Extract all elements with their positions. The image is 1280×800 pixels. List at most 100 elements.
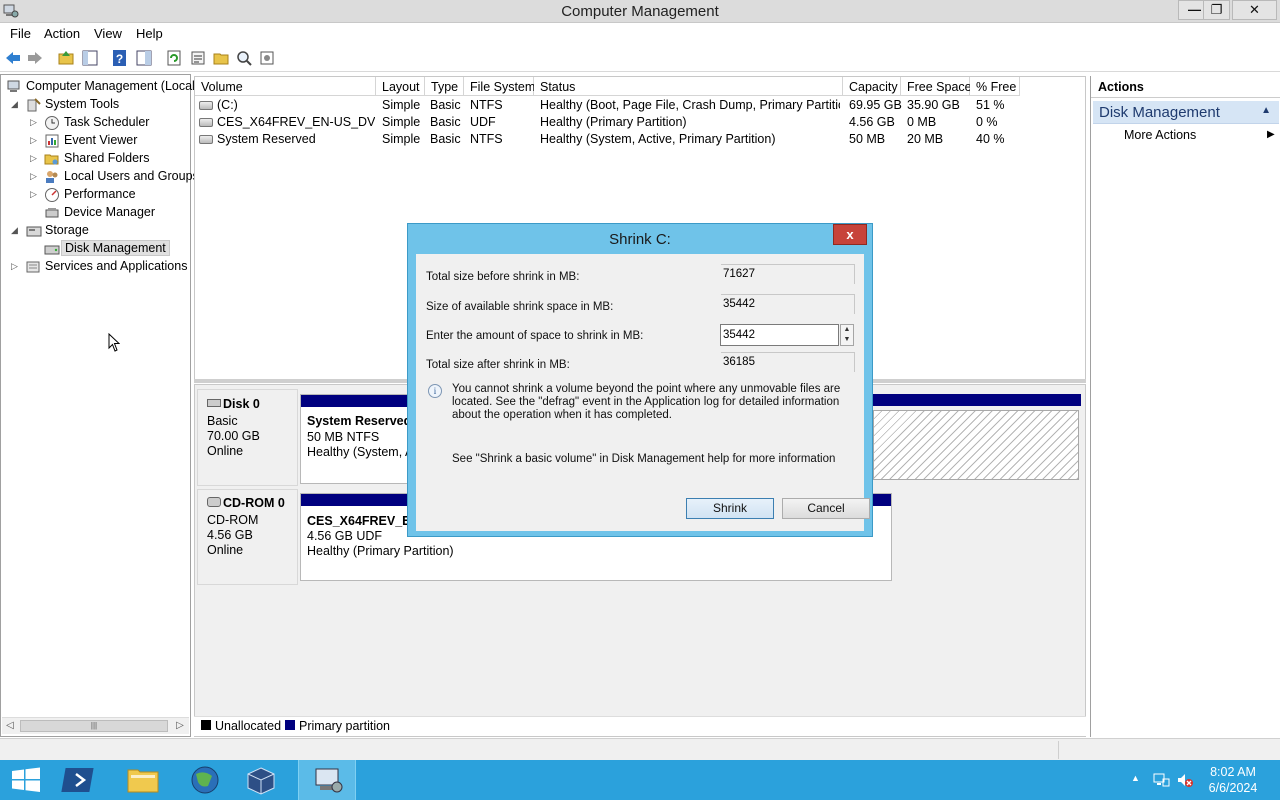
table-cell: Healthy (Primary Partition): [540, 115, 687, 129]
computer-management-icon: [315, 768, 343, 793]
column-header-file-system[interactable]: File System: [464, 77, 535, 96]
menu-action[interactable]: Action: [44, 26, 80, 41]
actions-pane: Actions Disk Management ▲ More Actions ▶: [1090, 76, 1280, 737]
available-space-label: Size of available shrink space in MB:: [426, 301, 614, 313]
virtual-machine-box-icon: [247, 767, 275, 795]
column-header-free-space[interactable]: Free Space: [901, 77, 972, 96]
shrink-button[interactable]: Shrink: [686, 498, 774, 519]
dialog-close-button[interactable]: x: [833, 224, 867, 245]
table-cell: 0 MB: [907, 115, 937, 129]
expand-arrow-icon[interactable]: ▷: [30, 135, 38, 146]
total-before-label: Total size before shrink in MB:: [426, 271, 580, 283]
column-header-capacity[interactable]: Capacity: [843, 77, 901, 96]
collapse-arrow-icon[interactable]: ◢: [11, 99, 19, 110]
expand-arrow-icon[interactable]: ▷: [30, 171, 38, 182]
collapse-arrow-icon[interactable]: ◢: [11, 225, 19, 236]
partition-system-reserved[interactable]: System Reserved 50 MB NTFS Healthy (Syst…: [300, 394, 411, 484]
device-manager-icon: [45, 208, 59, 218]
expand-arrow-icon[interactable]: ▷: [30, 117, 38, 128]
taskbar-computer-management[interactable]: [298, 760, 356, 800]
storage-icon: [26, 226, 42, 237]
menu-help[interactable]: Help: [136, 26, 163, 41]
restore-button[interactable]: ❐: [1203, 0, 1230, 20]
disk-0-label[interactable]: Disk 0 Basic 70.00 GB Online: [197, 389, 298, 486]
taskbar-clock[interactable]: 8:02 AM 6/6/2024: [1200, 764, 1266, 796]
column-header-layout[interactable]: Layout: [376, 77, 425, 96]
open-folder-icon[interactable]: [212, 49, 230, 67]
refresh-icon[interactable]: [165, 49, 183, 67]
column-header-volume[interactable]: Volume: [195, 77, 376, 96]
table-cell: NTFS: [470, 132, 503, 146]
close-window-button[interactable]: ✕: [1232, 0, 1277, 20]
windows-logo-icon: [12, 767, 40, 792]
drive-icon: [199, 101, 213, 110]
drive-icon: [199, 135, 213, 144]
up-folder-icon[interactable]: [57, 49, 75, 67]
computer-management-icon: [7, 80, 20, 92]
total-before-value: 71627: [721, 264, 855, 284]
total-after-label: Total size after shrink in MB:: [426, 359, 570, 371]
table-cell: 35.90 GB: [907, 98, 960, 112]
clock-time: 8:02 AM: [1210, 765, 1256, 779]
menu-file[interactable]: File: [10, 26, 31, 41]
status-divider: [1058, 741, 1059, 759]
clock-icon: [45, 116, 59, 130]
dialog-title: Shrink C:: [609, 231, 671, 248]
taskbar-file-explorer[interactable]: [114, 760, 172, 800]
shrink-amount-stepper[interactable]: ▲ ▼: [840, 324, 854, 346]
table-cell: 69.95 GB: [849, 98, 902, 112]
column-header-type[interactable]: Type: [425, 77, 464, 96]
cdrom-0-label[interactable]: CD-ROM 0 CD-ROM 4.56 GB Online: [197, 489, 298, 585]
partition-c-drive[interactable]: [871, 394, 1081, 484]
actions-section-disk-management[interactable]: Disk Management ▲: [1093, 101, 1279, 124]
spin-up-icon[interactable]: ▲: [841, 325, 853, 335]
show-hidden-icons-icon[interactable]: ▲: [1131, 773, 1140, 783]
taskbar-powershell[interactable]: [52, 760, 110, 800]
dialog-body: Total size before shrink in MB: 71627 Si…: [416, 254, 870, 531]
tree-horizontal-scrollbar[interactable]: ◁ ||| ▷: [2, 717, 189, 734]
start-button[interactable]: [0, 760, 52, 800]
speaker-muted-icon[interactable]: [1176, 772, 1194, 788]
expand-arrow-icon[interactable]: ▷: [11, 261, 19, 272]
taskbar-browser[interactable]: [176, 760, 234, 800]
scroll-left-icon[interactable]: ◁: [4, 720, 16, 731]
column-header-percent-free[interactable]: % Free: [970, 77, 1020, 96]
taskbar-virtualbox[interactable]: [234, 760, 292, 800]
show-hide-tree-icon[interactable]: [81, 49, 99, 67]
show-hide-action-pane-icon[interactable]: [135, 49, 153, 67]
spin-down-icon[interactable]: ▼: [841, 335, 853, 345]
collapse-up-icon[interactable]: ▲: [1261, 105, 1271, 116]
properties-icon[interactable]: [189, 49, 207, 67]
expand-arrow-icon[interactable]: ▷: [30, 153, 38, 164]
shrink-amount-label: Enter the amount of space to shrink in M…: [426, 330, 644, 342]
disk-icon: [207, 399, 221, 407]
svg-text:?: ?: [116, 52, 123, 66]
scroll-right-icon[interactable]: ▷: [174, 720, 186, 731]
table-cell: 50 MB: [849, 132, 886, 146]
shrink-info-note: You cannot shrink a volume beyond the po…: [452, 383, 841, 421]
users-icon: [46, 171, 58, 183]
back-arrow-icon[interactable]: [4, 49, 22, 67]
primary-partition-swatch: [285, 720, 295, 730]
search-icon[interactable]: [235, 49, 253, 67]
expand-arrow-icon[interactable]: ▷: [30, 189, 38, 200]
table-row-volume[interactable]: (C:): [199, 98, 375, 115]
table-row-volume[interactable]: System Reserved: [199, 132, 375, 149]
help-icon[interactable]: ?: [111, 49, 129, 67]
table-cell: NTFS: [470, 98, 503, 112]
shrink-amount-input[interactable]: [720, 324, 839, 346]
table-cell: 4.56 GB: [849, 115, 895, 129]
network-icon[interactable]: [1152, 772, 1170, 788]
cancel-button[interactable]: Cancel: [782, 498, 870, 519]
menu-view[interactable]: View: [94, 26, 122, 41]
forward-arrow-icon[interactable]: [26, 49, 44, 67]
table-cell: Simple: [382, 98, 421, 112]
scrollbar-thumb[interactable]: |||: [20, 720, 168, 732]
settings-icon[interactable]: [258, 49, 276, 67]
more-actions-link[interactable]: More Actions: [1124, 128, 1196, 142]
primary-partition-bar: [301, 395, 407, 407]
disk-legend: Unallocated Primary partition: [194, 716, 1086, 736]
powershell-icon: [61, 768, 94, 792]
table-row-volume[interactable]: CES_X64FREV_EN-US_DV9 (D:): [199, 115, 375, 132]
column-header-status[interactable]: Status: [534, 77, 843, 96]
